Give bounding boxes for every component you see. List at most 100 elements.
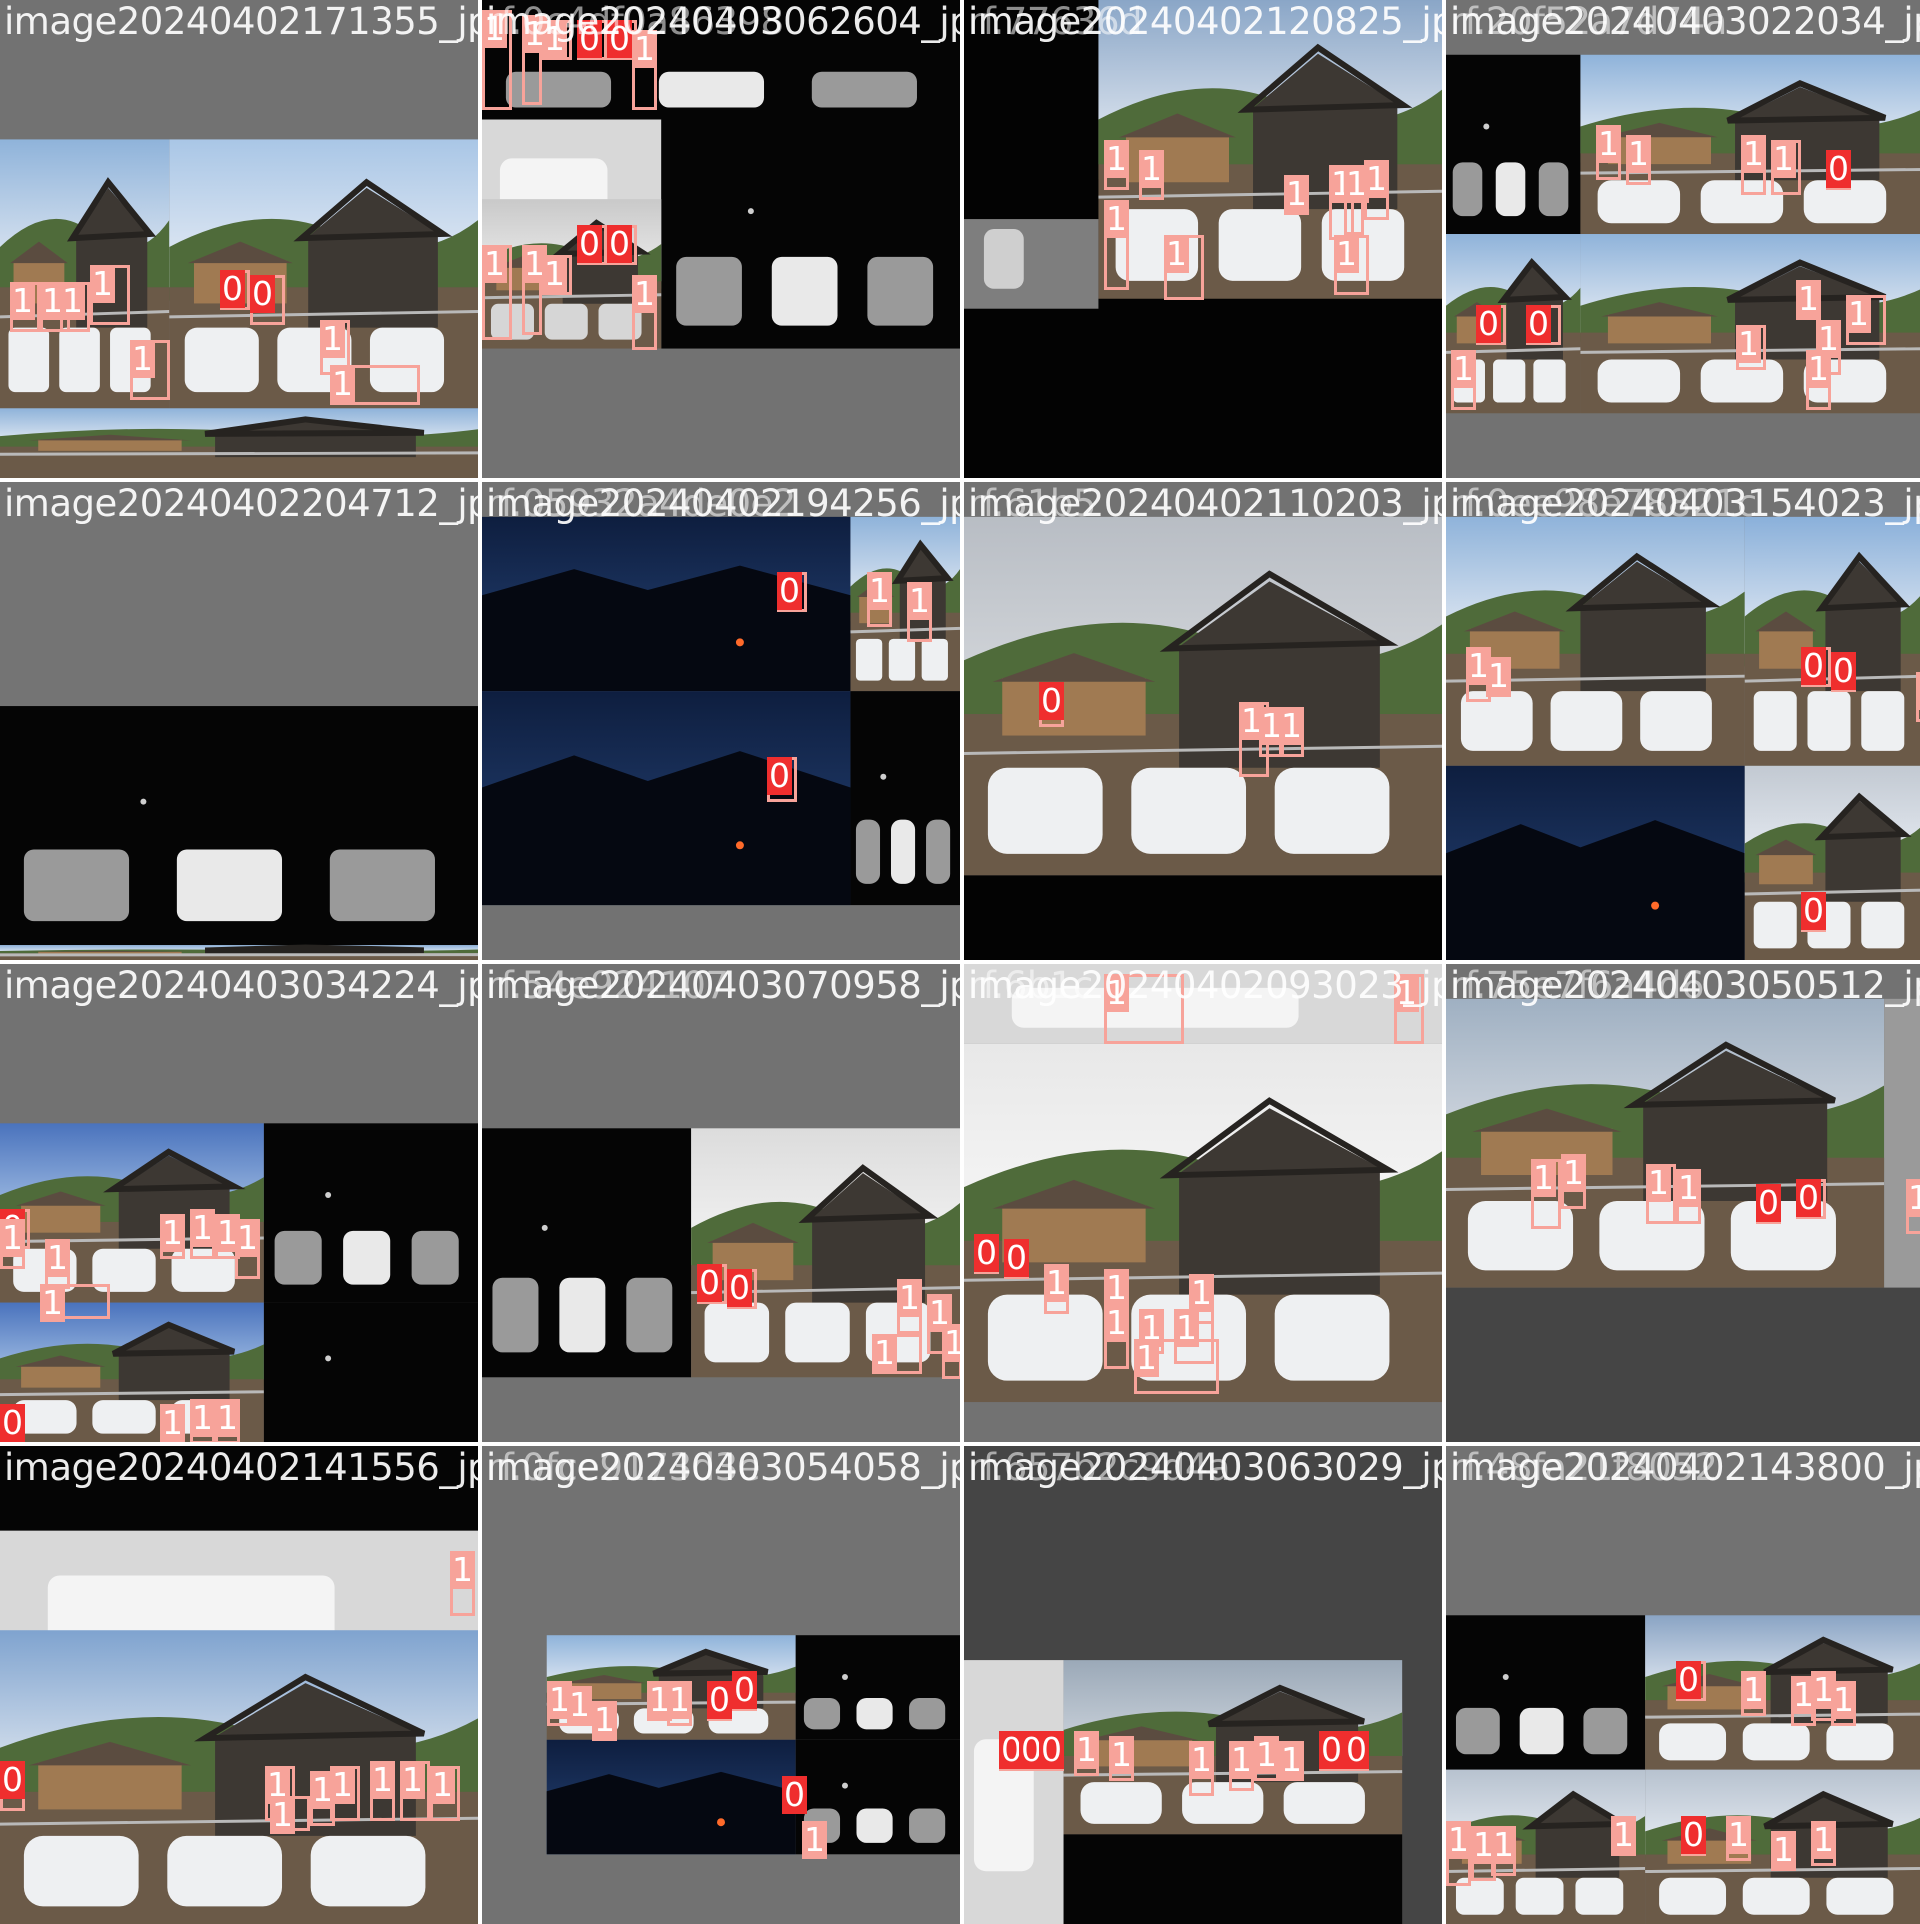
detection-class-label: 1: [1676, 1169, 1701, 1207]
detection-class-label: 1: [867, 572, 892, 610]
detection-class-label: 0: [707, 1681, 732, 1719]
detection-class-label: 1: [592, 1701, 617, 1739]
detection-class-label: 1: [1044, 1264, 1069, 1302]
detection-class-label: 0: [1796, 1179, 1821, 1217]
detection-class-label: 1: [897, 1279, 922, 1317]
mosaic-tile: 111111111rf.77636dimage20240402120825_jp…: [964, 0, 1442, 478]
detection-class-label: 1: [1109, 1736, 1134, 1774]
detection-class-label: 1: [1846, 295, 1871, 333]
detection-class-label: 0: [777, 572, 802, 610]
mosaic-tile: 0111rf.61b5image20240402110203_jpg.: [964, 482, 1442, 960]
detection-class-label: 1: [190, 1209, 215, 1247]
mosaic-tile: 101111111image20240402141556_jpg.: [0, 1446, 478, 1924]
detection-class-label: 1: [542, 20, 567, 58]
detection-class-label: 1: [450, 1551, 475, 1589]
detection-class-label: 1: [235, 1219, 260, 1257]
detection-class-label: 1: [400, 1761, 425, 1799]
detection-class-label: 1: [330, 1766, 355, 1804]
detection-class-label: 1: [1104, 1304, 1129, 1342]
tile-image: [0, 964, 478, 1442]
mosaic-tile: 0011rf.05932a4de0e2image20240402194256_j…: [482, 482, 960, 960]
detection-class-label: 1: [160, 1214, 185, 1252]
detection-class-label: 1: [1254, 1736, 1279, 1774]
detection-class-label: 1: [190, 1399, 215, 1437]
detection-class-label: 0: [220, 270, 245, 308]
detection-class-label: 1: [1531, 1159, 1556, 1197]
detection-class-label: 1: [1491, 1826, 1516, 1864]
detection-class-label: 1: [1134, 1339, 1159, 1377]
detection-class-label: 0: [1039, 682, 1064, 720]
detection-class-label: 0: [1476, 305, 1501, 343]
detection-class-label: 1: [1796, 280, 1821, 318]
tile-image: [964, 1446, 1442, 1924]
detection-class-label: 1: [1831, 1681, 1856, 1719]
detection-class-label: 1: [1906, 1179, 1920, 1217]
detection-class-label: 1: [1771, 1831, 1796, 1869]
detection-class-label: 0: [767, 757, 792, 795]
detection-class-label: 1: [1074, 1731, 1099, 1769]
detection-class-label: 0: [607, 20, 632, 58]
mosaic-tile: 11001111111rf.6b1cimage20240402093023_jp…: [964, 964, 1442, 1442]
detection-class-label: 0: [0, 1761, 25, 1799]
tile-image: [482, 0, 960, 478]
detection-class-label: 1: [0, 1219, 25, 1257]
detection-class-label: 1: [1486, 657, 1511, 695]
mosaic-tile: 111001111001rf.0c4df0a86398image20240403…: [482, 0, 960, 478]
detection-class-label: 1: [1139, 150, 1164, 188]
mosaic-tile: 111100111image20240402171355_jpg.: [0, 0, 478, 478]
detection-class-label: 1: [482, 10, 507, 48]
detection-class-label: 1: [1104, 140, 1129, 178]
detection-class-label: 0: [732, 1671, 757, 1709]
detection-class-label: 0: [1801, 892, 1826, 930]
detection-class-label: 1: [567, 1686, 592, 1724]
detection-class-label: 0: [727, 1269, 752, 1307]
detection-class-label: 1: [942, 1324, 960, 1362]
mosaic-tile: 1100111rf.75e7f6a4d6image20240403050512_…: [1446, 964, 1920, 1442]
detection-class-label: 0: [607, 225, 632, 263]
tile-image: [1446, 482, 1920, 960]
detection-class-label: 0: [250, 275, 275, 313]
detection-class-label: 1: [130, 340, 155, 378]
mosaic-tile: 110001rf.0ee98e78821cimage20240403154023…: [1446, 482, 1920, 960]
detection-class-label: 1: [1741, 135, 1766, 173]
detection-class-label: 0: [1039, 1731, 1064, 1769]
detection-class-label: 1: [542, 255, 567, 293]
detection-class-label: 1: [872, 1334, 897, 1372]
mosaic-tile: 00011111001rf.657b2c9d4aimage20240403063…: [964, 1446, 1442, 1924]
detection-class-label: 1: [802, 1821, 827, 1859]
detection-class-label: 0: [1004, 1239, 1029, 1277]
detection-class-label: 0: [1831, 652, 1856, 690]
detection-class-label: 1: [1364, 160, 1389, 198]
tile-image: [964, 482, 1442, 960]
detection-class-label: 1: [1189, 1741, 1214, 1779]
detection-class-label: 1: [1596, 125, 1621, 163]
detection-class-label: 0: [974, 1234, 999, 1272]
detection-class-label: 0: [697, 1264, 722, 1302]
mosaic-tile: 1111011100111rf.20f52a7d74aimage20240403…: [1446, 0, 1920, 478]
detection-class-label: 0: [1801, 647, 1826, 685]
detection-class-label: 0: [1526, 305, 1551, 343]
detection-class-label: 0: [577, 225, 602, 263]
detection-class-label: 1: [40, 1284, 65, 1322]
detection-class-label: 1: [1741, 1671, 1766, 1709]
detection-class-label: 1: [270, 1796, 295, 1834]
mosaic-tile: 011111110111image20240403034224_jpg.: [0, 964, 478, 1442]
detection-class-label: 1: [320, 320, 345, 358]
detection-class-label: 1: [1174, 1309, 1199, 1347]
detection-class-label: 1: [370, 1761, 395, 1799]
detection-class-label: 1: [632, 30, 657, 68]
detection-class-label: 1: [632, 275, 657, 313]
detection-class-label: 0: [0, 1404, 25, 1442]
detection-class-label: 1: [1806, 350, 1831, 388]
detection-class-label: 1: [60, 282, 85, 320]
detection-class-label: 1: [215, 1399, 240, 1437]
detection-class-label: 1: [1916, 672, 1920, 710]
detection-class-label: 1: [1646, 1164, 1671, 1202]
detection-class-label: 0: [1826, 150, 1851, 188]
detection-class-label: 1: [1279, 707, 1304, 745]
detection-class-label: 1: [1394, 974, 1419, 1012]
mosaic-tile: image20240402204712_jpg.: [0, 482, 478, 960]
detection-class-label: 1: [1334, 235, 1359, 273]
detection-class-label: 1: [1811, 1821, 1836, 1859]
detection-class-label: 0: [577, 20, 602, 58]
